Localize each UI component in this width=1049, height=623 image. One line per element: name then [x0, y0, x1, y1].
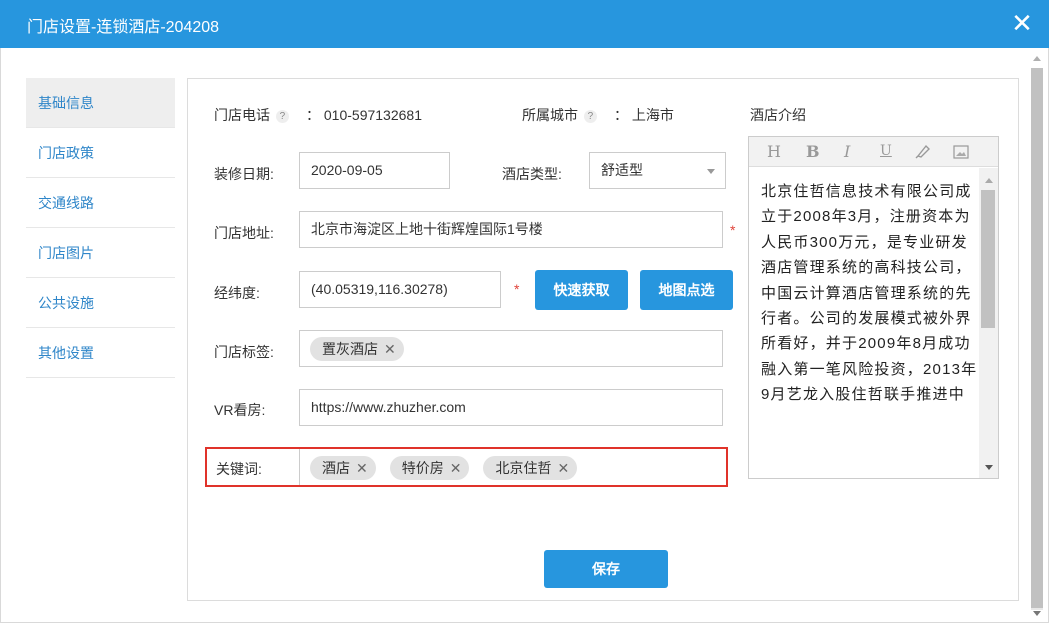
- intro-editor[interactable]: H B I U 北京住哲信息技术有限公司成立于2008年3月，注册资本为人民币3…: [748, 136, 999, 479]
- sidebar-item-store-images[interactable]: 门店图片: [26, 228, 175, 278]
- page-scrollbar[interactable]: [1029, 56, 1045, 620]
- coords-label: 经纬度:: [214, 285, 260, 301]
- tag-remove-icon[interactable]: ✕: [384, 337, 396, 361]
- scroll-down-arrow-icon[interactable]: [1033, 611, 1041, 616]
- bold-button[interactable]: B: [806, 142, 820, 161]
- tag-text: 置灰酒店: [322, 341, 378, 357]
- save-button[interactable]: 保存: [544, 550, 668, 588]
- quick-fetch-button[interactable]: 快速获取: [535, 270, 628, 310]
- required-mark: *: [730, 222, 736, 238]
- hotel-type-select[interactable]: 舒适型: [589, 152, 726, 189]
- editor-scrollbar[interactable]: [979, 168, 998, 478]
- sidebar-item-transport[interactable]: 交通线路: [26, 178, 175, 228]
- renovation-date-input[interactable]: 2020-09-05: [299, 152, 450, 189]
- address-label: 门店地址:: [214, 225, 274, 241]
- scroll-down-arrow-icon[interactable]: [985, 465, 993, 470]
- tag-chip: 置灰酒店 ✕: [310, 337, 404, 361]
- image-icon[interactable]: [953, 144, 969, 163]
- vr-label: VR看房:: [214, 402, 266, 418]
- phone-label-text: 门店电话: [214, 107, 270, 123]
- sidebar-item-store-policy[interactable]: 门店政策: [26, 128, 175, 178]
- sidebar-nav: 基础信息 门店政策 交通线路 门店图片 公共设施 其他设置: [26, 78, 175, 378]
- phone-value: ： 010-597132681: [306, 107, 422, 123]
- eraser-icon[interactable]: [915, 143, 931, 163]
- dialog-titlebar: 门店设置-连锁酒店-204208 ✕: [0, 0, 1049, 48]
- store-tags-field[interactable]: 置灰酒店 ✕: [299, 330, 723, 367]
- intro-label: 酒店介绍: [750, 107, 806, 123]
- phone-label: 门店电话 ?: [214, 105, 291, 125]
- required-mark: *: [514, 281, 520, 297]
- scroll-up-arrow-icon[interactable]: [1033, 56, 1041, 61]
- sidebar-item-basic-info[interactable]: 基础信息: [26, 78, 175, 128]
- help-icon[interactable]: ?: [583, 109, 597, 123]
- city-label: 所属城市 ?: [522, 105, 599, 125]
- intro-text[interactable]: 北京住哲信息技术有限公司成立于2008年3月，注册资本为人民币300万元，是专业…: [761, 179, 979, 477]
- keywords-highlight-box: [205, 447, 728, 487]
- scrollbar-thumb[interactable]: [981, 190, 995, 328]
- hotel-type-label: 酒店类型:: [502, 166, 562, 182]
- sidebar-item-other-settings[interactable]: 其他设置: [26, 328, 175, 378]
- vr-url-input[interactable]: https://www.zhuzher.com: [299, 389, 723, 426]
- scroll-up-arrow-icon[interactable]: [985, 178, 993, 183]
- close-icon[interactable]: ✕: [1009, 8, 1035, 38]
- chevron-down-icon: [707, 169, 715, 174]
- address-input[interactable]: 北京市海淀区上地十街辉煌国际1号楼: [299, 211, 723, 248]
- help-icon[interactable]: ?: [275, 109, 289, 123]
- sidebar-item-facilities[interactable]: 公共设施: [26, 278, 175, 328]
- coords-input[interactable]: (40.05319,116.30278): [299, 271, 501, 308]
- italic-button[interactable]: I: [844, 142, 850, 161]
- dialog-title: 门店设置-连锁酒店-204208: [27, 19, 220, 36]
- store-tags-label: 门店标签:: [214, 344, 274, 360]
- city-label-text: 所属城市: [522, 107, 578, 123]
- map-pick-button[interactable]: 地图点选: [640, 270, 733, 310]
- editor-toolbar: H B I U: [749, 137, 998, 167]
- scrollbar-thumb[interactable]: [1031, 68, 1043, 608]
- hotel-type-value: 舒适型: [601, 162, 643, 178]
- city-value: ： 上海市: [614, 107, 674, 123]
- renovation-date-label: 装修日期:: [214, 166, 274, 182]
- heading-button[interactable]: H: [767, 142, 781, 161]
- underline-button[interactable]: U: [880, 143, 892, 159]
